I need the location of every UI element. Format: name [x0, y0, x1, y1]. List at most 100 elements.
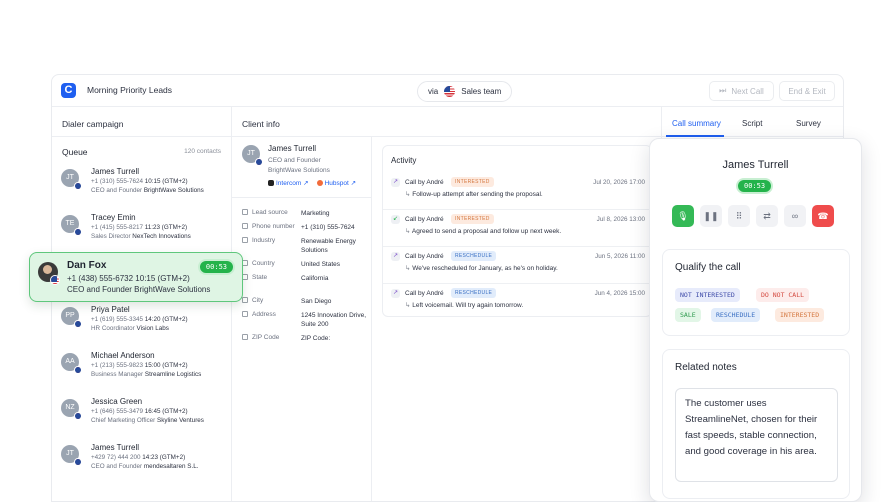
- tab-script[interactable]: Script: [742, 119, 762, 128]
- queue-item[interactable]: PP Priya Patel +1 (619) 555-3345 14:20 (…: [52, 303, 231, 349]
- activity-label: Call by André: [405, 216, 444, 223]
- summary-contact-name: James Turrell: [722, 159, 789, 171]
- chip-do-not-call[interactable]: DO NOT CALL: [756, 288, 810, 302]
- call-controls: 🎙 ❚❚ ⠿ ⇄ ∞ ☎: [672, 205, 834, 227]
- activity-item[interactable]: ↗ Call by André INTERESTED Jul 20, 2026 …: [391, 176, 645, 206]
- call-timer: 00:53: [197, 259, 235, 275]
- queue-item[interactable]: JT James Turrell +429 72) 444 200 14:23 …: [52, 441, 231, 487]
- avatar: JT: [61, 169, 82, 190]
- activity-item[interactable]: ↙ Call by André INTERESTED Jul 8, 2026 1…: [391, 213, 645, 243]
- contact-name: Jessica Green: [91, 397, 143, 406]
- contact-phone: +1 (213) 555-9823 15:00 (GTM+2): [91, 362, 188, 369]
- team-name: Sales team: [461, 87, 502, 96]
- contact-name: James Turrell: [91, 443, 140, 452]
- next-call-label: Next Call: [731, 86, 764, 96]
- contact-name: James Turrell: [91, 167, 140, 176]
- activity-date: Jul 8, 2026 13:00: [596, 216, 645, 223]
- contact-role: Sales Director NexTech Innovations: [91, 233, 191, 240]
- status-badge: RESCHEDULE: [451, 251, 497, 261]
- activity-panel: Activity ↗ Call by André INTERESTED Jul …: [382, 145, 653, 317]
- call-summary-panel: James Turrell 00:53 🎙 ❚❚ ⠿ ⇄ ∞ ☎ Qualify…: [649, 138, 862, 502]
- avatar: NZ: [61, 399, 82, 420]
- microphone-icon[interactable]: 🎙: [672, 205, 694, 227]
- divider: [232, 197, 372, 198]
- tab-survey[interactable]: Survey: [796, 119, 821, 128]
- app-logo-icon: C: [61, 83, 76, 98]
- avatar: AA: [61, 353, 82, 374]
- flag-icon: [242, 209, 248, 215]
- contact-phone: +1 (415) 555-8217 11:23 (GTM+2): [91, 224, 188, 231]
- intercom-icon: [268, 180, 274, 186]
- top-bar: C Morning Priority Leads via Sales team …: [52, 75, 843, 107]
- avatar: JT: [61, 445, 82, 466]
- client-company: BrightWave Solutions: [268, 167, 330, 174]
- activity-item[interactable]: ↗ Call by André RESCHEDULE Jun 5, 2026 1…: [391, 250, 645, 280]
- queue-title: Queue: [62, 147, 88, 157]
- location-pin-icon: [242, 311, 248, 317]
- status-badge: INTERESTED: [451, 177, 494, 187]
- notes-textarea[interactable]: The customer uses StreamlineNet, chosen …: [675, 388, 838, 482]
- chip-sale[interactable]: SALE: [675, 308, 701, 322]
- divider: [383, 246, 653, 247]
- via-label: via: [428, 87, 439, 96]
- queue-item[interactable]: TE Tracey Emin +1 (415) 555-8217 11:23 (…: [52, 211, 231, 257]
- contact-role: CEO and Founder BrightWave Solutions: [91, 187, 204, 194]
- dialer-column: Dialer campaign Queue 120 contacts JT Ja…: [52, 107, 232, 501]
- contact-role: Business Manager Streamline Logistics: [91, 371, 202, 378]
- activity-item[interactable]: ↗ Call by André RESCHEDULE Jun 4, 2026 1…: [391, 287, 645, 317]
- contact-role: Chief Marketing Officer Skyline Ventures: [91, 417, 204, 424]
- divider: [383, 283, 653, 284]
- pause-icon[interactable]: ❚❚: [700, 205, 722, 227]
- hubspot-link[interactable]: Hubspot ↗: [316, 179, 356, 187]
- us-flag-icon: [444, 86, 456, 97]
- voicemail-icon[interactable]: ∞: [784, 205, 806, 227]
- active-contact-phone: +1 (438) 555-6732 10:15 (GTM+2): [67, 274, 190, 283]
- active-contact-name: Dan Fox: [67, 260, 107, 271]
- call-outgoing-icon: ↗: [391, 252, 400, 261]
- activity-date: Jun 4, 2026 15:00: [594, 290, 645, 297]
- us-flag-icon: [74, 412, 82, 420]
- client-details: JT James Turrell CEO and Founder BrightW…: [232, 137, 372, 501]
- us-flag-icon: [255, 158, 263, 166]
- divider: [383, 209, 653, 210]
- team-selector[interactable]: via Sales team: [417, 81, 513, 102]
- transfer-icon[interactable]: ⇄: [756, 205, 778, 227]
- chip-not-interested[interactable]: NOT INTERESTED: [675, 288, 740, 302]
- tab-call-summary[interactable]: Call summary: [672, 119, 721, 128]
- activity-date: Jun 5, 2026 11:00: [595, 253, 645, 260]
- us-flag-icon: [50, 275, 60, 285]
- intercom-link[interactable]: Intercom ↗: [268, 179, 309, 187]
- end-exit-button[interactable]: End & Exit: [779, 81, 835, 101]
- hubspot-icon: [316, 180, 323, 186]
- activity-label: Call by André: [405, 179, 444, 186]
- queue-header: Queue 120 contacts: [52, 137, 231, 165]
- dialer-campaign-heading: Dialer campaign: [52, 107, 231, 137]
- phone-icon: [242, 223, 248, 229]
- skip-next-icon: ⏭: [719, 86, 727, 95]
- contact-phone: +1 (619) 555-3345 14:20 (GTM+2): [91, 316, 188, 323]
- client-role: CEO and Founder: [268, 157, 321, 164]
- chip-interested[interactable]: INTERESTED: [775, 308, 825, 322]
- us-flag-icon: [74, 228, 82, 236]
- chip-reschedule[interactable]: RESCHEDULE: [711, 308, 761, 322]
- contact-role: CEO and Founder mendesaltaren S.L.: [91, 463, 199, 470]
- queue-item[interactable]: JT James Turrell +1 (310) 555-7624 10:15…: [52, 165, 231, 211]
- status-badge: INTERESTED: [451, 214, 494, 224]
- crm-links: Intercom ↗ Hubspot ↗: [268, 179, 356, 187]
- us-flag-icon: [74, 366, 82, 374]
- building-icon: [242, 237, 248, 243]
- active-call-card[interactable]: Dan Fox +1 (438) 555-6732 10:15 (GTM+2) …: [29, 252, 243, 302]
- qualify-title: Qualify the call: [675, 262, 741, 273]
- contact-phone: +1 (646) 555-3479 16:45 (GTM+2): [91, 408, 188, 415]
- queue-item[interactable]: NZ Jessica Green +1 (646) 555-3479 16:45…: [52, 395, 231, 441]
- us-flag-icon: [74, 182, 82, 190]
- hang-up-icon[interactable]: ☎: [812, 205, 834, 227]
- notes-title: Related notes: [675, 362, 737, 373]
- activity-title: Activity: [391, 156, 417, 165]
- contact-role: HR Coordinator Vision Labs: [91, 325, 169, 332]
- queue-item[interactable]: AA Michael Anderson +1 (213) 555-9823 15…: [52, 349, 231, 395]
- active-contact-role: CEO and Founder BrightWave Solutions: [67, 285, 211, 294]
- next-call-button[interactable]: ⏭ Next Call: [709, 81, 774, 101]
- activity-note: We've rescheduled for January, as he's o…: [405, 264, 558, 272]
- keypad-icon[interactable]: ⠿: [728, 205, 750, 227]
